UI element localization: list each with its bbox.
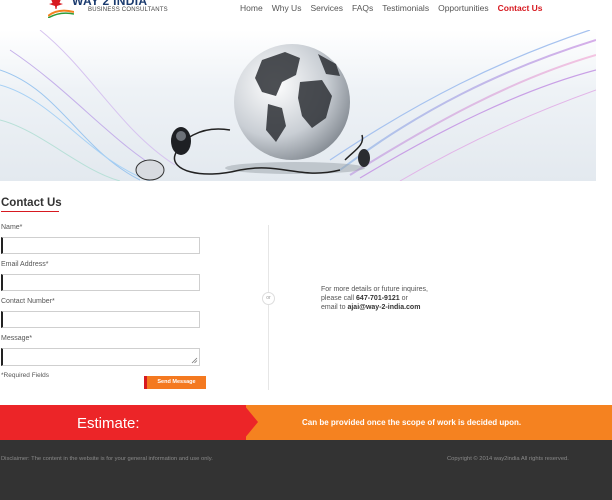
- site-footer: Disclaimer: The content in the website i…: [0, 440, 612, 500]
- info-line-2: please call 647-701-9121 or: [321, 294, 428, 303]
- message-label: Message*: [1, 335, 33, 342]
- email-field[interactable]: [1, 274, 200, 291]
- email-label: Email Address*: [1, 261, 49, 268]
- contact-email-link[interactable]: ajai@way-2-india.com: [347, 304, 420, 311]
- estimate-bar: Estimate: Can be provided once the scope…: [0, 405, 612, 440]
- required-note: *Required Fields: [1, 372, 50, 379]
- site-header: WAY 2 INDIA BUSINESS CONSULTANTS Home Wh…: [0, 0, 612, 30]
- message-field[interactable]: [1, 348, 200, 366]
- contact-info: For more details or future inquires, ple…: [321, 285, 428, 312]
- info-email-prefix: email to: [321, 304, 348, 311]
- footer-disclaimer: Disclaimer: The content in the website i…: [1, 456, 213, 462]
- column-divider: [268, 225, 269, 390]
- nav-why-us[interactable]: Why Us: [272, 2, 302, 14]
- or-separator: or: [262, 292, 275, 305]
- contact-title: Contact Us: [1, 197, 62, 209]
- info-call-prefix: please call: [321, 295, 357, 302]
- info-line-1: For more details or future inquires,: [321, 286, 428, 293]
- info-line-3: email to ajai@way-2-india.com: [321, 303, 428, 312]
- estimate-text: Can be provided once the scope of work i…: [302, 418, 522, 427]
- info-call-suffix: or: [399, 295, 408, 302]
- main-nav: Home Why Us Services FAQs Testimonials O…: [240, 2, 552, 14]
- send-message-button[interactable]: Send Message: [144, 376, 206, 389]
- resize-handle-icon[interactable]: [191, 357, 198, 364]
- contact-phone[interactable]: 647-701-9121: [356, 295, 400, 302]
- phone-label: Contact Number*: [1, 298, 55, 305]
- name-field[interactable]: [1, 237, 200, 254]
- arrow-icon: [244, 405, 258, 439]
- hero-banner: [0, 30, 596, 181]
- nav-home[interactable]: Home: [240, 2, 263, 14]
- name-label: Name*: [1, 224, 23, 231]
- globe-illustration: [0, 30, 596, 181]
- nav-faqs[interactable]: FAQs: [352, 2, 373, 14]
- footer-copyright: Copyright © 2014 way2india All rights re…: [447, 456, 569, 462]
- phone-field[interactable]: [1, 311, 200, 328]
- title-underline: [1, 211, 59, 212]
- nav-services[interactable]: Services: [310, 2, 343, 14]
- estimate-title: Estimate:: [77, 415, 140, 432]
- swoosh-icon: [48, 9, 74, 18]
- nav-testimonials[interactable]: Testimonials: [382, 2, 429, 14]
- site-logo[interactable]: WAY 2 INDIA BUSINESS CONSULTANTS: [44, 0, 168, 26]
- logo-tagline: BUSINESS CONSULTANTS: [88, 7, 168, 13]
- nav-opportunities[interactable]: Opportunities: [438, 2, 489, 14]
- nav-contact-us[interactable]: Contact Us: [498, 2, 543, 14]
